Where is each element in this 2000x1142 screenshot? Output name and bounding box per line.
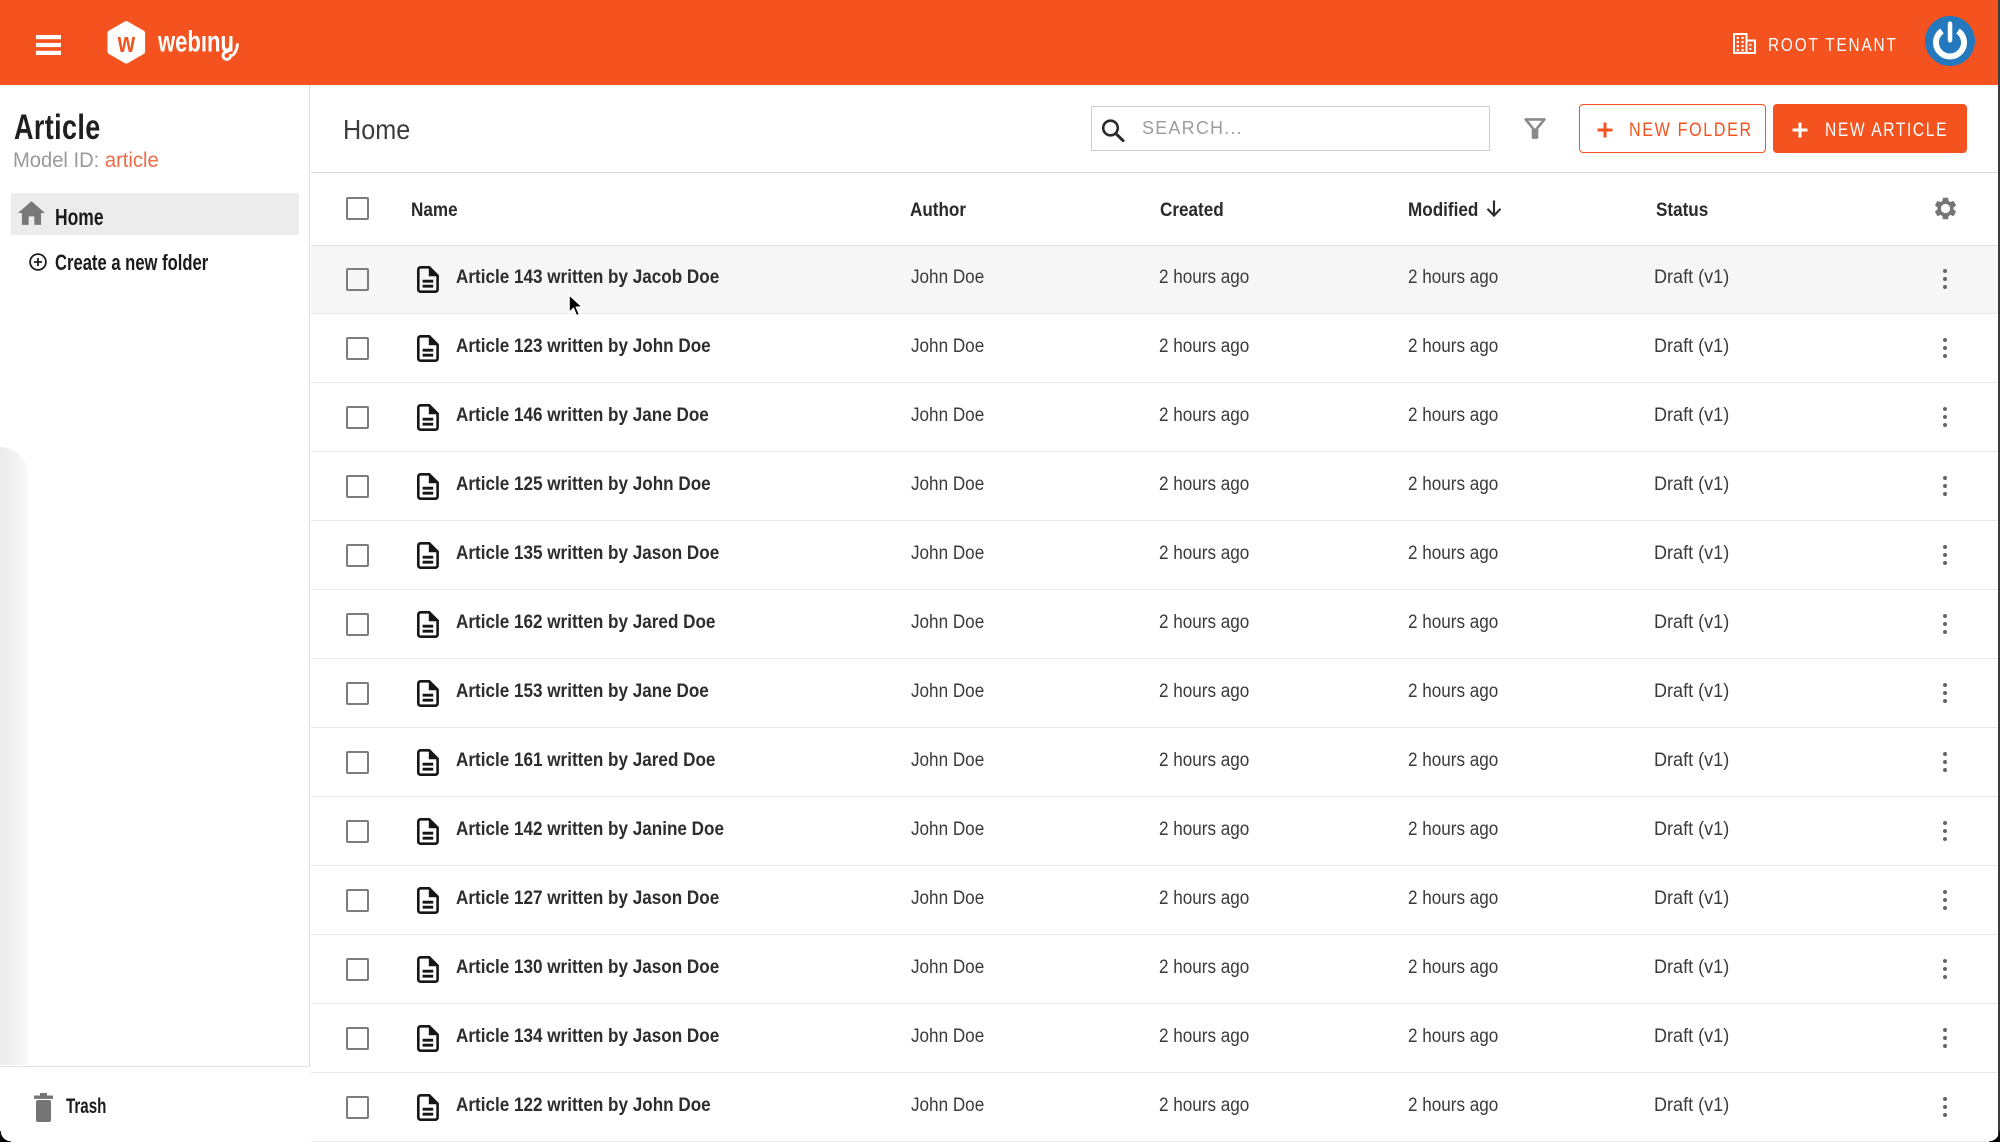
svg-text:w: w [117,27,136,59]
